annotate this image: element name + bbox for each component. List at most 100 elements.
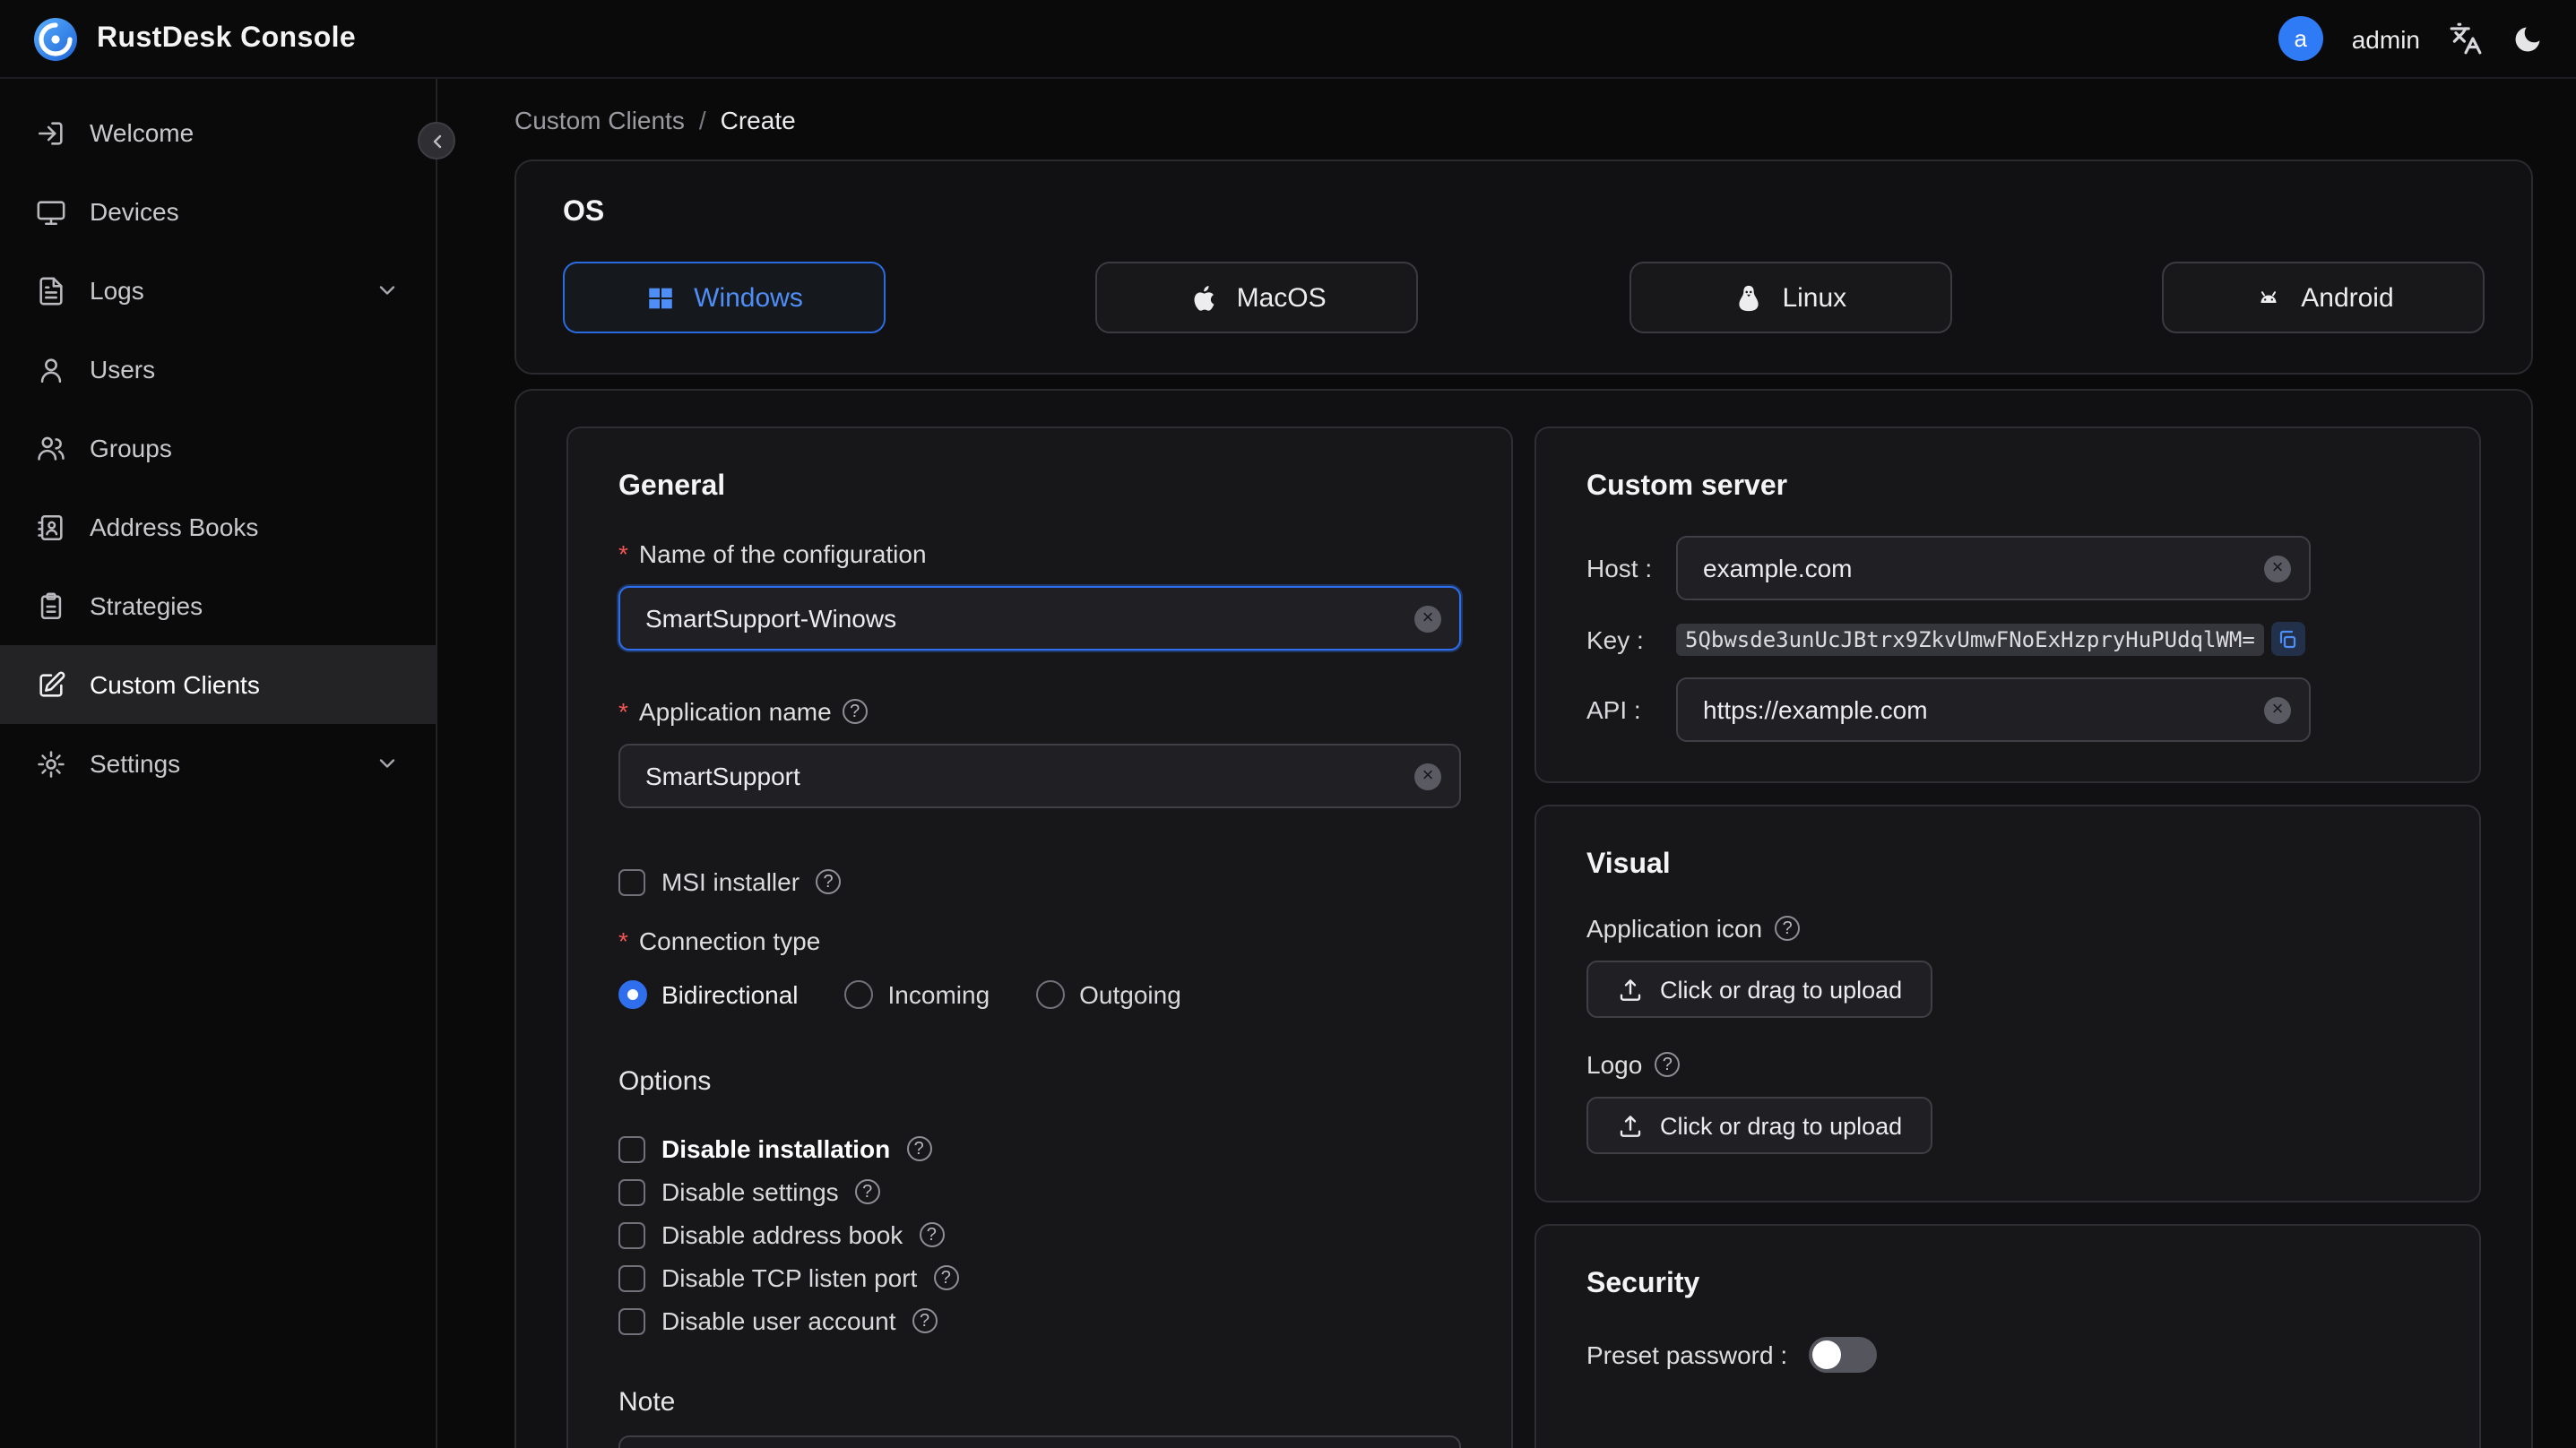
host-label: Host : <box>1586 554 1653 582</box>
sidebar-item-welcome[interactable]: Welcome <box>0 93 436 172</box>
sidebar-label: Custom Clients <box>90 670 260 699</box>
preset-password-label: Preset password : <box>1586 1340 1788 1369</box>
clear-icon[interactable]: × <box>1414 605 1441 632</box>
breadcrumb: Custom Clients / Create <box>514 106 2533 134</box>
rustdesk-console-page: RustDesk Console a admin Welcome Devices… <box>0 0 2576 1448</box>
sidebar-collapse-button[interactable] <box>418 122 455 159</box>
os-linux-button[interactable]: Linux <box>1629 262 1952 333</box>
host-input[interactable] <box>1699 552 2250 584</box>
connection-type-label: Connection type <box>618 927 1461 955</box>
chevron-down-icon <box>375 751 400 776</box>
msi-installer-checkbox-row[interactable]: MSI installer ? <box>618 862 1461 901</box>
help-icon[interactable]: ? <box>933 1265 959 1290</box>
windows-logo-icon <box>645 282 676 313</box>
sidebar-item-devices[interactable]: Devices <box>0 172 436 251</box>
os-android-button[interactable]: Android <box>2161 262 2485 333</box>
breadcrumb-custom-clients[interactable]: Custom Clients <box>514 106 685 134</box>
clear-icon[interactable]: × <box>2264 696 2291 723</box>
disable-settings-row[interactable]: Disable settings ? <box>618 1172 1461 1211</box>
sidebar-item-logs[interactable]: Logs <box>0 251 436 330</box>
upload-label: Click or drag to upload <box>1660 1112 1903 1139</box>
checkbox[interactable] <box>618 1264 645 1291</box>
user-icon <box>36 354 66 384</box>
breadcrumb-separator: / <box>698 106 706 134</box>
checkbox[interactable] <box>618 1135 645 1162</box>
sidebar-item-strategies[interactable]: Strategies <box>0 566 436 645</box>
brand: RustDesk Console <box>32 15 356 62</box>
clear-icon[interactable]: × <box>1414 763 1441 789</box>
os-macos-label: MacOS <box>1236 282 1327 313</box>
preset-password-row: Preset password : <box>1586 1337 2429 1373</box>
app-header: RustDesk Console a admin <box>0 0 2576 79</box>
config-name-input[interactable] <box>642 602 1400 634</box>
os-macos-button[interactable]: MacOS <box>1095 262 1419 333</box>
radio-bidirectional[interactable]: Bidirectional <box>618 980 799 1009</box>
sidebar-label: Users <box>90 355 156 384</box>
config-name-label: Name of the configuration <box>618 539 1461 568</box>
sidebar-label: Address Books <box>90 513 259 541</box>
app-title: RustDesk Console <box>97 22 357 53</box>
radio-incoming[interactable]: Incoming <box>844 980 990 1009</box>
api-input[interactable] <box>1699 694 2250 726</box>
custom-clients-icon <box>36 669 66 700</box>
checkbox[interactable] <box>618 1178 645 1205</box>
help-icon[interactable]: ? <box>842 699 868 724</box>
help-icon[interactable]: ? <box>1655 1052 1681 1077</box>
os-android-label: Android <box>2301 282 2394 313</box>
help-icon[interactable]: ? <box>816 869 842 894</box>
sidebar-item-groups[interactable]: Groups <box>0 409 436 487</box>
config-panel: General Name of the configuration × Appl… <box>514 389 2533 1448</box>
disable-tcp-listen-port-row[interactable]: Disable TCP listen port ? <box>618 1258 1461 1297</box>
sidebar-label: Welcome <box>90 118 194 147</box>
os-options: Windows MacOS Linux Android <box>563 262 2485 333</box>
key-row: Key : 5Qbwsde3unUcJBtrx9ZkvUmwFNoExHzpry… <box>1586 622 2429 656</box>
os-windows-button[interactable]: Windows <box>563 262 886 333</box>
radio-icon <box>844 980 874 1009</box>
server-key-value: 5Qbwsde3unUcJBtrx9ZkvUmwFNoExHzpryHuPUdq… <box>1676 623 2264 655</box>
sidebar-label: Settings <box>90 749 181 778</box>
os-linux-label: Linux <box>1782 282 1847 313</box>
application-name-input[interactable] <box>642 760 1400 792</box>
help-icon[interactable]: ? <box>1775 916 1801 941</box>
welcome-icon <box>36 117 66 148</box>
visual-title: Visual <box>1586 849 1671 880</box>
disable-user-account-row[interactable]: Disable user account ? <box>618 1301 1461 1340</box>
sidebar-label: Strategies <box>90 591 203 620</box>
msi-installer-checkbox[interactable] <box>618 868 645 895</box>
sidebar-item-custom-clients[interactable]: Custom Clients <box>0 645 436 724</box>
radio-selected-icon <box>618 980 647 1009</box>
radio-outgoing[interactable]: Outgoing <box>1036 980 1181 1009</box>
language-icon[interactable] <box>2449 22 2483 56</box>
application-name-label: Application name ? <box>618 697 1461 726</box>
sidebar-item-users[interactable]: Users <box>0 330 436 409</box>
help-icon[interactable]: ? <box>919 1222 945 1247</box>
sidebar-item-address-books[interactable]: Address Books <box>0 487 436 566</box>
avatar[interactable]: a <box>2278 16 2323 61</box>
note-textarea[interactable] <box>618 1435 1461 1448</box>
checkbox[interactable] <box>618 1221 645 1248</box>
logs-icon <box>36 275 66 306</box>
toggle-knob <box>1812 1340 1842 1369</box>
api-label: API : <box>1586 695 1641 724</box>
dark-mode-icon[interactable] <box>2511 22 2544 55</box>
checkbox[interactable] <box>618 1307 645 1334</box>
help-icon[interactable]: ? <box>912 1308 938 1333</box>
preset-password-toggle[interactable] <box>1809 1337 1878 1373</box>
os-windows-label: Windows <box>694 282 803 313</box>
security-card: Security Preset password : <box>1534 1224 2481 1448</box>
sidebar-item-settings[interactable]: Settings <box>0 724 436 803</box>
sidebar-label: Devices <box>90 197 179 226</box>
upload-icon <box>1617 1112 1644 1139</box>
upload-label: Click or drag to upload <box>1660 976 1903 1003</box>
application-icon-upload-button[interactable]: Click or drag to upload <box>1586 961 1933 1018</box>
copy-icon[interactable] <box>2270 622 2305 656</box>
general-card: General Name of the configuration × Appl… <box>566 427 1513 1448</box>
clear-icon[interactable]: × <box>2264 555 2291 582</box>
help-icon[interactable]: ? <box>906 1136 932 1161</box>
chevron-down-icon <box>375 278 400 303</box>
help-icon[interactable]: ? <box>854 1179 880 1204</box>
disable-address-book-row[interactable]: Disable address book ? <box>618 1215 1461 1254</box>
username[interactable]: admin <box>2352 24 2420 53</box>
logo-upload-button[interactable]: Click or drag to upload <box>1586 1097 1933 1154</box>
disable-installation-row[interactable]: Disable installation ? <box>618 1129 1461 1168</box>
